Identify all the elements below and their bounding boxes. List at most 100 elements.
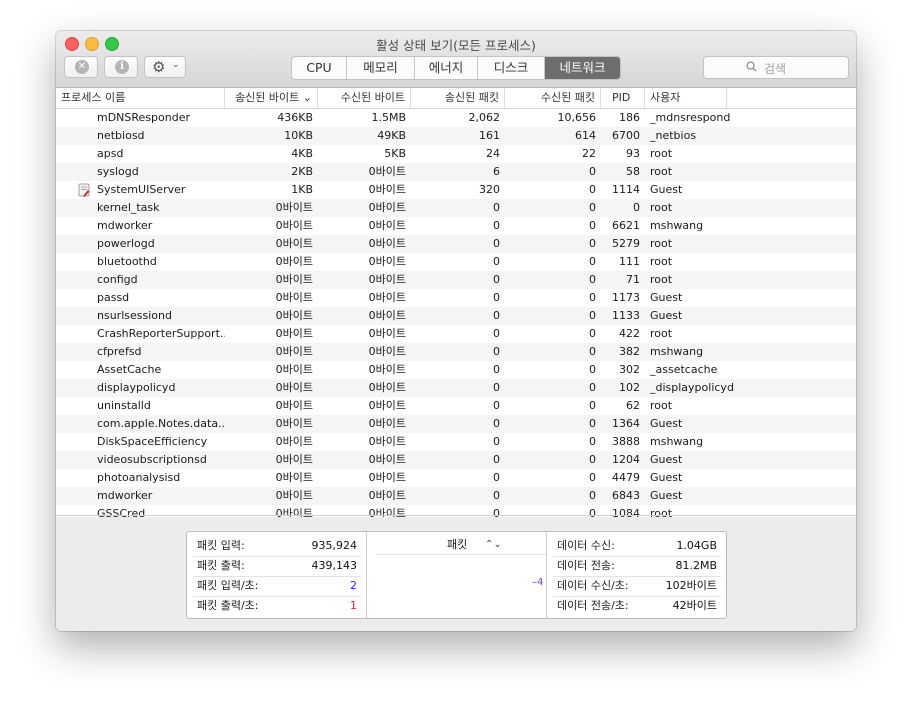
cell-received-packets: 0 bbox=[589, 435, 596, 448]
cell-received-packets: 0 bbox=[589, 309, 596, 322]
cell-sent-packets: 0 bbox=[493, 327, 500, 340]
table-row[interactable]: uninstalld 0바이트 0바이트 0 0 62 root bbox=[56, 397, 856, 415]
table-row[interactable]: mdworker 0바이트 0바이트 0 0 6621 mshwang bbox=[56, 217, 856, 235]
cell-received-bytes: 1.5MB bbox=[371, 111, 406, 124]
cell-sent-bytes: 0바이트 bbox=[275, 435, 313, 448]
column-header-process-name[interactable]: 프로세스 이름 bbox=[56, 88, 225, 108]
network-chart: 패킷 ⌃⌄ –4 bbox=[366, 532, 547, 618]
column-header-received-packets[interactable]: 수신된 패킷 bbox=[505, 88, 601, 108]
cell-user: root bbox=[650, 399, 673, 412]
cell-received-bytes: 49KB bbox=[377, 129, 406, 142]
cell-sent-packets: 0 bbox=[493, 381, 500, 394]
stop-icon: ✕ bbox=[75, 60, 89, 74]
table-row[interactable]: SystemUIServer 1KB 0바이트 320 0 1114 Guest bbox=[56, 181, 856, 199]
cell-received-bytes: 0바이트 bbox=[368, 363, 406, 376]
search-field[interactable]: 검색 bbox=[703, 56, 849, 79]
table-row[interactable]: DiskSpaceEfficiency 0바이트 0바이트 0 0 3888 mshwang bbox=[56, 433, 856, 451]
table-row[interactable]: mdworker 0바이트 0바이트 0 0 6843 Guest bbox=[56, 487, 856, 505]
cell-sent-packets: 320 bbox=[479, 183, 500, 196]
tab-disk[interactable]: 디스크 bbox=[478, 57, 545, 79]
tab-network[interactable]: 네트워크 bbox=[545, 57, 620, 79]
cell-sent-packets: 0 bbox=[493, 345, 500, 358]
inspect-process-button[interactable]: i bbox=[104, 56, 138, 78]
cell-user: _displaypolicyd bbox=[650, 381, 734, 394]
table-row[interactable]: photoanalysisd 0바이트 0바이트 0 0 4479 Guest bbox=[56, 469, 856, 487]
cell-received-packets: 0 bbox=[589, 219, 596, 232]
data-stats: 데이터 수신: 1.04GB 데이터 전송: 81.2MB 데이터 수신/초: 102바이… bbox=[547, 532, 726, 618]
cell-pid: 6621 bbox=[612, 219, 640, 232]
table-row[interactable]: bluetoothd 0바이트 0바이트 0 0 111 root bbox=[56, 253, 856, 271]
tab-energy[interactable]: 에너지 bbox=[415, 57, 478, 79]
column-header-received-bytes[interactable]: 수신된 바이트 bbox=[318, 88, 411, 108]
cell-sent-packets: 0 bbox=[493, 309, 500, 322]
tab-memory[interactable]: 메모리 bbox=[347, 57, 415, 79]
cell-sent-bytes: 0바이트 bbox=[275, 273, 313, 286]
table-row[interactable]: apsd 4KB 5KB 24 22 93 root bbox=[56, 145, 856, 163]
table-row[interactable]: kernel_task 0바이트 0바이트 0 0 0 root bbox=[56, 199, 856, 217]
info-icon: i bbox=[115, 60, 129, 74]
cell-sent-bytes: 0바이트 bbox=[275, 219, 313, 232]
cell-pid: 3888 bbox=[612, 435, 640, 448]
table-row[interactable]: AssetCache 0바이트 0바이트 0 0 302 _assetcache bbox=[56, 361, 856, 379]
cell-received-bytes: 0바이트 bbox=[368, 399, 406, 412]
cell-user: root bbox=[650, 147, 673, 160]
cell-sent-packets: 0 bbox=[493, 417, 500, 430]
process-table[interactable]: mDNSResponder 436KB 1.5MB 2,062 10,656 186 _md… bbox=[56, 109, 856, 517]
cell-received-bytes: 0바이트 bbox=[368, 453, 406, 466]
cell-pid: 4479 bbox=[612, 471, 640, 484]
cell-user: Guest bbox=[650, 453, 683, 466]
cell-received-packets: 0 bbox=[589, 201, 596, 214]
table-row[interactable]: displaypolicyd 0바이트 0바이트 0 0 102 _displaypolic… bbox=[56, 379, 856, 397]
cell-process-name: mDNSResponder bbox=[97, 111, 191, 124]
cell-pid: 6843 bbox=[612, 489, 640, 502]
cell-user: mshwang bbox=[650, 345, 704, 358]
cell-user: mshwang bbox=[650, 435, 704, 448]
data-stat-label: 데이터 수신: bbox=[557, 539, 615, 552]
cell-process-name: apsd bbox=[97, 147, 124, 160]
cell-received-bytes: 0바이트 bbox=[368, 327, 406, 340]
chart-type-selector[interactable]: 패킷 ⌃⌄ bbox=[376, 536, 546, 555]
network-summary-area: 패킷 입력: 935,924 패킷 출력: 439,143 패킷 입력/초: 2 패킷 출력… bbox=[56, 517, 856, 631]
table-row[interactable]: videosubscriptionsd 0바이트 0바이트 0 0 1204 Guest bbox=[56, 451, 856, 469]
table-row[interactable]: netbiosd 10KB 49KB 161 614 6700 _netbios bbox=[56, 127, 856, 145]
cell-pid: 186 bbox=[619, 111, 640, 124]
table-row[interactable]: configd 0바이트 0바이트 0 0 71 root bbox=[56, 271, 856, 289]
table-row[interactable]: mDNSResponder 436KB 1.5MB 2,062 10,656 186 _md… bbox=[56, 109, 856, 127]
cell-pid: 71 bbox=[626, 273, 640, 286]
column-header-sent-packets[interactable]: 송신된 패킷 bbox=[411, 88, 505, 108]
column-header-user[interactable]: 사용자 bbox=[645, 88, 727, 108]
cell-sent-bytes: 0바이트 bbox=[275, 237, 313, 250]
table-row[interactable]: nsurlsessiond 0바이트 0바이트 0 0 1133 Guest bbox=[56, 307, 856, 325]
table-row[interactable]: CrashReporterSupport... 0바이트 0바이트 0 0 422 root bbox=[56, 325, 856, 343]
stop-process-button[interactable]: ✕ bbox=[64, 56, 98, 78]
cell-process-name: CrashReporterSupport... bbox=[97, 327, 225, 340]
cell-received-packets: 0 bbox=[589, 381, 596, 394]
action-menu-button[interactable]: ⚙ ⌄ bbox=[144, 56, 186, 78]
table-row[interactable]: com.apple.Notes.data... 0바이트 0바이트 0 0 1364 Gue… bbox=[56, 415, 856, 433]
cell-received-bytes: 0바이트 bbox=[368, 255, 406, 268]
table-row[interactable]: cfprefsd 0바이트 0바이트 0 0 382 mshwang bbox=[56, 343, 856, 361]
packet-stat-row: 패킷 출력: 439,143 bbox=[193, 556, 361, 577]
cell-sent-bytes: 0바이트 bbox=[275, 327, 313, 340]
column-header-pid[interactable]: PID bbox=[601, 88, 645, 108]
cell-received-packets: 0 bbox=[589, 345, 596, 358]
table-row[interactable]: powerlogd 0바이트 0바이트 0 0 5279 root bbox=[56, 235, 856, 253]
cell-user: root bbox=[650, 165, 673, 178]
cell-user: Guest bbox=[650, 489, 683, 502]
cell-user: _netbios bbox=[650, 129, 697, 142]
cell-user: Guest bbox=[650, 471, 683, 484]
packet-stat-label: 패킷 출력: bbox=[197, 559, 245, 572]
tab-cpu[interactable]: CPU bbox=[292, 57, 347, 79]
systemuiserver-icon bbox=[78, 183, 90, 197]
packet-stat-row: 패킷 입력: 935,924 bbox=[193, 536, 361, 557]
table-row[interactable]: syslogd 2KB 0바이트 6 0 58 root bbox=[56, 163, 856, 181]
cell-sent-packets: 0 bbox=[493, 489, 500, 502]
cell-received-packets: 0 bbox=[589, 273, 596, 286]
table-row[interactable]: passd 0바이트 0바이트 0 0 1173 Guest bbox=[56, 289, 856, 307]
cell-pid: 102 bbox=[619, 381, 640, 394]
packet-stat-label: 패킷 입력: bbox=[197, 539, 245, 552]
column-header-sent-bytes[interactable]: 송신된 바이트 ⌄ bbox=[225, 88, 318, 108]
search-placeholder: 검색 bbox=[764, 62, 787, 76]
updown-chevron-icon: ⌃⌄ bbox=[485, 539, 502, 550]
cell-sent-packets: 0 bbox=[493, 435, 500, 448]
